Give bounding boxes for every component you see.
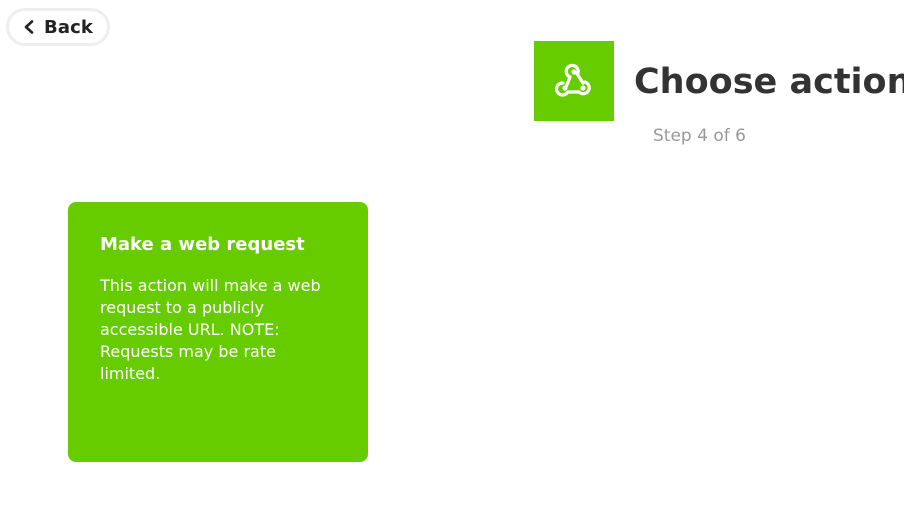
- webhooks-icon: [554, 63, 591, 97]
- action-card-description: This action will make a web request to a…: [100, 276, 321, 383]
- page-title: Choose action: [634, 62, 904, 102]
- chevron-left-icon: [24, 20, 34, 34]
- action-card-title: Make a web request: [100, 234, 305, 255]
- back-button[interactable]: Back: [6, 8, 110, 46]
- back-button-label: Back: [44, 16, 93, 38]
- action-card-make-web-request[interactable]: Make a web request This action will make…: [68, 202, 368, 462]
- page-header: Choose action Step 4 of 6: [534, 41, 904, 151]
- step-indicator: Step 4 of 6: [653, 126, 746, 146]
- service-tile: [534, 41, 614, 121]
